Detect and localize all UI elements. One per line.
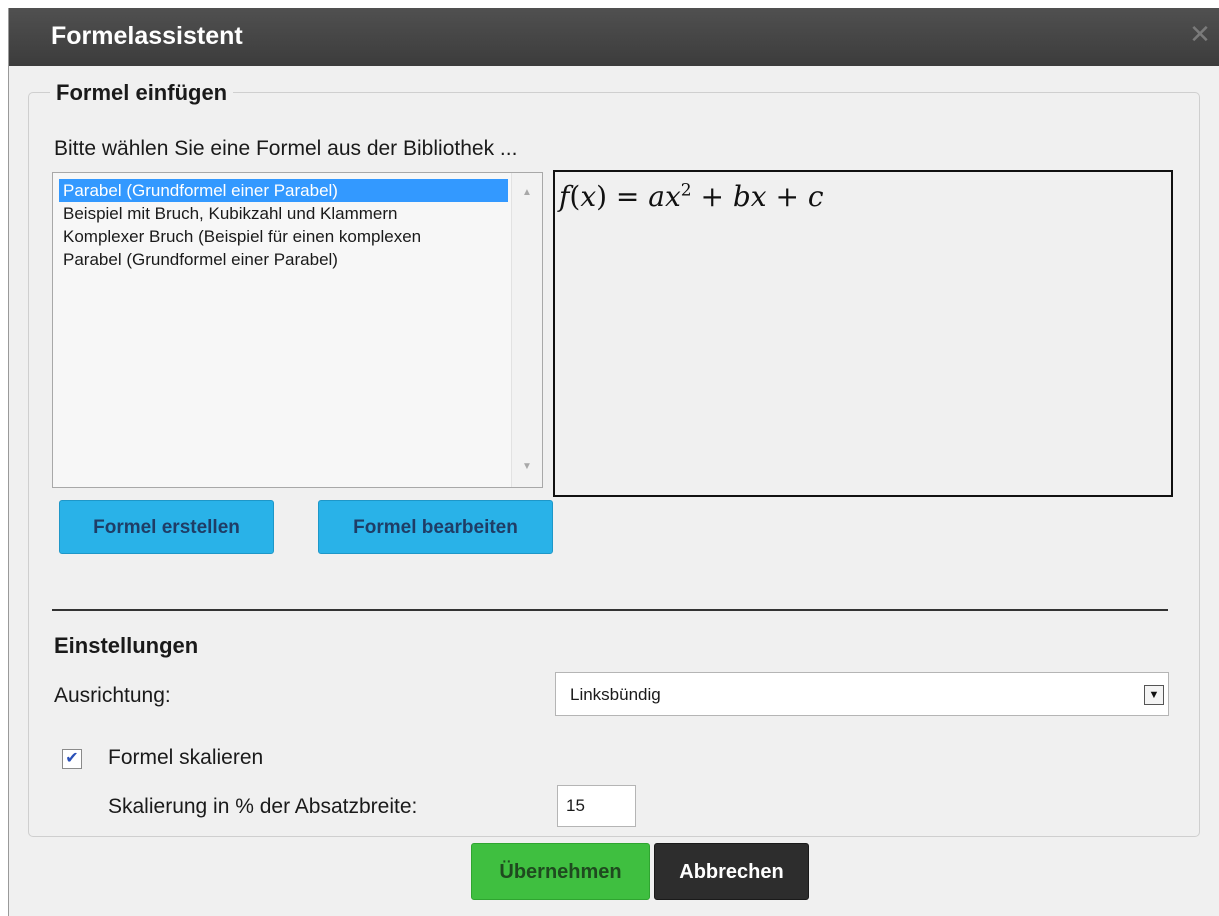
chevron-down-icon[interactable]: ▼: [1144, 685, 1164, 705]
apply-button[interactable]: Übernehmen: [471, 843, 650, 900]
scroll-down-icon[interactable]: ▼: [512, 455, 542, 479]
formula-function: f: [559, 180, 570, 213]
formula-term-3: c: [807, 180, 824, 213]
edit-formula-button[interactable]: Formel bearbeiten: [318, 500, 553, 554]
formula-term-1: ax: [648, 180, 681, 213]
scale-percent-input[interactable]: 15: [557, 785, 636, 827]
scale-formula-checkbox[interactable]: ✔: [62, 749, 82, 769]
alignment-label: Ausrichtung:: [54, 684, 171, 707]
formula-list: Parabel (Grundformel einer Parabel) Beis…: [59, 179, 508, 271]
close-icon[interactable]: ✕: [1187, 20, 1213, 48]
formula-term-2: bx: [732, 180, 767, 213]
settings-title: Einstellungen: [54, 633, 199, 658]
cancel-button[interactable]: Abbrechen: [654, 843, 809, 900]
dialog-title: Formelassistent: [51, 22, 243, 50]
formula-exponent: 2: [680, 180, 692, 201]
alignment-selected-value: Linksbündig: [570, 685, 661, 704]
section-divider: [52, 609, 1168, 611]
list-item[interactable]: Parabel (Grundformel einer Parabel): [59, 248, 508, 271]
insert-formula-legend: Formel einfügen: [50, 80, 234, 106]
list-item[interactable]: Beispiel mit Bruch, Kubikzahl und Klamme…: [59, 202, 508, 225]
alignment-select[interactable]: Linksbündig ▼: [555, 672, 1169, 716]
scroll-up-icon[interactable]: ▲: [512, 181, 542, 205]
formula-expression: f(x) = ax2 + bx + c: [559, 180, 824, 213]
scale-formula-label: Formel skalieren: [108, 746, 264, 769]
formula-preview: f(x) = ax2 + bx + c: [553, 170, 1173, 497]
formula-argument: x: [580, 180, 597, 213]
list-scrollbar[interactable]: ▲ ▼: [511, 173, 542, 487]
dialog-titlebar: Formelassistent ✕: [9, 8, 1219, 66]
library-hint-text: Bitte wählen Sie eine Formel aus der Bib…: [54, 137, 518, 160]
scale-percent-label: Skalierung in % der Absatzbreite:: [108, 795, 418, 818]
formula-library-listbox[interactable]: Parabel (Grundformel einer Parabel) Beis…: [52, 172, 543, 488]
create-formula-button[interactable]: Formel erstellen: [59, 500, 274, 554]
list-item[interactable]: Parabel (Grundformel einer Parabel): [59, 179, 508, 202]
list-item[interactable]: Komplexer Bruch (Beispiel für einen komp…: [59, 225, 508, 248]
